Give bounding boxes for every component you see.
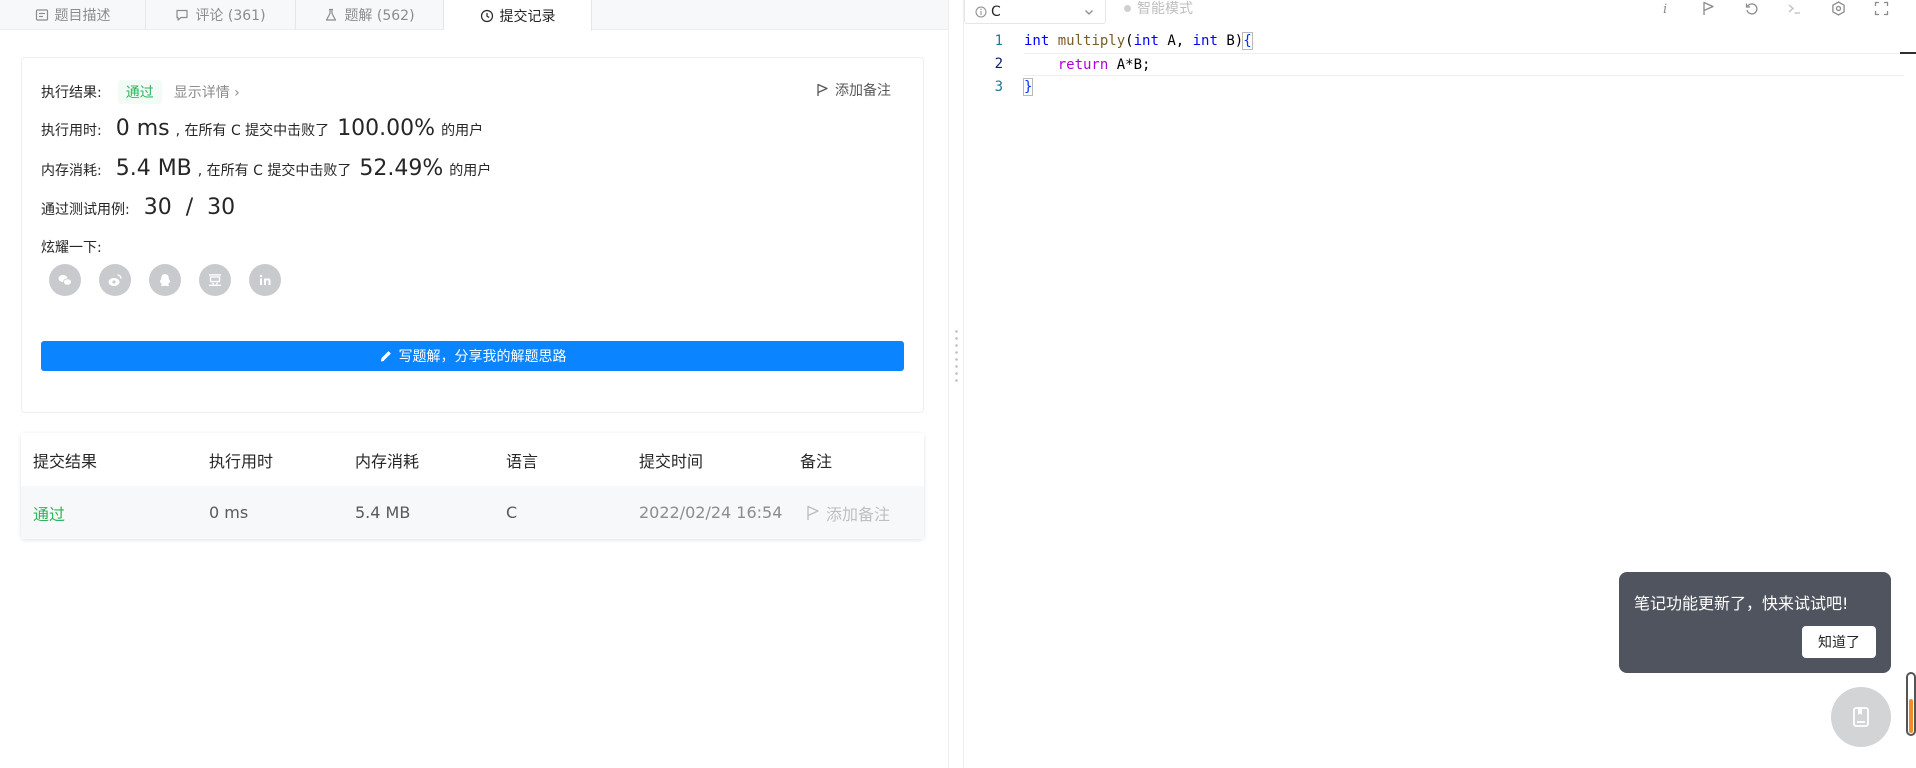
- popover-message: 笔记功能更新了，快来试试吧!: [1634, 594, 1849, 613]
- memory-tail: 的用户: [449, 163, 492, 179]
- status-badge: 通过: [117, 80, 162, 104]
- scrollbar-thumb[interactable]: [1909, 699, 1913, 733]
- line-number: 3: [994, 79, 1003, 95]
- description-icon: [35, 9, 48, 21]
- write-solution-button[interactable]: 写题解，分享我的解题思路: [41, 341, 904, 371]
- add-note-button[interactable]: 添加备注: [816, 80, 891, 100]
- memory-text: , 在所有 C 提交中击败了: [197, 163, 352, 179]
- write-solution-label: 写题解，分享我的解题思路: [398, 349, 567, 365]
- line-number: 1: [994, 33, 1003, 49]
- tab-description-label: 题目描述: [54, 8, 111, 24]
- row-result[interactable]: 通过: [33, 486, 65, 539]
- line-number: 2: [994, 56, 1003, 72]
- wechat-icon[interactable]: [49, 264, 81, 296]
- info-icon[interactable]: i: [1656, 0, 1674, 16]
- cases-label: 通过测试用例:: [41, 202, 130, 218]
- smart-mode-dot: [1124, 4, 1131, 12]
- runtime-label: 执行用时:: [41, 123, 102, 139]
- table-header: 提交结果 执行用时 内存消耗 语言 提交时间 备注: [21, 433, 924, 486]
- col-note: 备注: [800, 451, 833, 471]
- status-label: 执行结果:: [41, 85, 102, 101]
- weibo-icon[interactable]: [99, 264, 131, 296]
- qq-icon[interactable]: [149, 264, 181, 296]
- result-card: 执行结果: 通过 显示详情 › 添加备注 执行用时: 0 ms , 在所有 C …: [21, 57, 924, 413]
- notes-update-popover: 笔记功能更新了，快来试试吧! 知道了: [1619, 572, 1891, 673]
- submission-history-table: 提交结果 执行用时 内存消耗 语言 提交时间 备注 通过 0 ms 5.4 MB…: [21, 433, 924, 539]
- submission-panel: 题目描述 评论 (361) 题解 (562) 提交记录 执行结果: 通过 显示详…: [0, 0, 948, 768]
- got-it-button[interactable]: 知道了: [1802, 626, 1876, 658]
- tab-submissions[interactable]: 提交记录: [444, 0, 592, 31]
- col-language: 语言: [506, 451, 539, 471]
- smart-mode-toggle[interactable]: 智能模式: [1124, 0, 1193, 17]
- drag-handle-icon: [955, 328, 958, 384]
- row-time: 2022/02/24 16:54: [639, 503, 783, 522]
- share-icons: [49, 264, 281, 296]
- language-value: C: [991, 3, 1001, 20]
- row-add-note-button[interactable]: 添加备注: [806, 486, 890, 539]
- runtime-text: , 在所有 C 提交中击败了: [175, 123, 330, 139]
- show-details-link[interactable]: 显示详情 ›: [174, 82, 240, 102]
- code-line[interactable]: int multiply(int A, int B){: [1024, 30, 1904, 53]
- svg-text:i: i: [1663, 2, 1667, 16]
- reset-icon[interactable]: [1742, 0, 1760, 16]
- pane-splitter[interactable]: [948, 0, 964, 768]
- tab-solutions-label: 题解 (562): [344, 8, 415, 24]
- memory-value: 5.4 MB: [115, 156, 192, 181]
- runtime-row: 执行用时: 0 ms , 在所有 C 提交中击败了 100.00% 的用户: [41, 116, 483, 141]
- row-runtime: 0 ms: [209, 503, 249, 522]
- status-row: 执行结果: 通过 显示详情 ›: [41, 80, 240, 104]
- douban-icon[interactable]: [199, 264, 231, 296]
- col-memory: 内存消耗: [355, 451, 420, 471]
- tab-submissions-label: 提交记录: [499, 8, 556, 25]
- flag-icon[interactable]: [1699, 0, 1717, 16]
- overview-ruler-mark: [1900, 52, 1916, 54]
- pencil-icon: [380, 351, 391, 362]
- runtime-tail: 的用户: [441, 123, 484, 139]
- notebook-button[interactable]: [1831, 687, 1891, 747]
- code-line[interactable]: }: [1022, 76, 1904, 99]
- cases-row: 通过测试用例: 30 / 30: [41, 195, 241, 220]
- problem-tabs: 题目描述 评论 (361) 题解 (562) 提交记录: [0, 0, 948, 31]
- memory-row: 内存消耗: 5.4 MB , 在所有 C 提交中击败了 52.49% 的用户: [41, 156, 491, 181]
- editor-toolbar: C 智能模式 i: [964, 0, 1916, 28]
- add-note-label: 添加备注: [835, 83, 891, 99]
- tab-description[interactable]: 题目描述: [0, 0, 146, 30]
- flask-icon: [326, 8, 337, 21]
- row-add-note-label: 添加备注: [826, 504, 891, 524]
- col-time: 提交时间: [639, 451, 704, 471]
- settings-icon[interactable]: [1829, 0, 1847, 16]
- code-line[interactable]: return A*B;: [1024, 53, 1904, 76]
- flag-icon: [817, 83, 828, 96]
- memory-label: 内存消耗:: [41, 163, 102, 179]
- memory-percentile: 52.49%: [359, 156, 444, 181]
- share-label: 炫耀一下:: [41, 240, 102, 256]
- tab-comments-label: 评论 (361): [195, 8, 266, 24]
- language-select[interactable]: C: [964, 0, 1106, 24]
- runtime-percentile: 100.00%: [337, 116, 436, 141]
- info-circle-icon: [975, 6, 987, 17]
- row-memory: 5.4 MB: [355, 503, 411, 522]
- flag-icon: [807, 505, 819, 520]
- smart-mode-label: 智能模式: [1137, 1, 1193, 17]
- row-language: C: [506, 503, 518, 522]
- share-row: 炫耀一下:: [41, 237, 102, 257]
- chevron-down-icon: [1085, 9, 1093, 15]
- fullscreen-icon[interactable]: [1872, 0, 1890, 16]
- console-icon[interactable]: [1785, 0, 1803, 16]
- code-lines[interactable]: int multiply(int A, int B){ return A*B; …: [1022, 30, 1904, 99]
- clock-icon: [480, 9, 493, 22]
- line-number-gutter: 1 2 3: [964, 30, 1019, 99]
- tab-solutions[interactable]: 题解 (562): [296, 0, 444, 30]
- col-result: 提交结果: [33, 451, 98, 471]
- cases-value: 30 / 30: [143, 195, 236, 220]
- col-runtime: 执行用时: [209, 451, 274, 471]
- notebook-icon: [1853, 707, 1869, 727]
- tab-comments[interactable]: 评论 (361): [146, 0, 296, 30]
- vertical-scrollbar[interactable]: [1906, 672, 1916, 736]
- table-row[interactable]: 通过 0 ms 5.4 MB C 2022/02/24 16:54 添加备注: [21, 486, 924, 539]
- comment-icon: [176, 9, 189, 21]
- linkedin-icon[interactable]: [249, 264, 281, 296]
- runtime-value: 0 ms: [115, 116, 170, 141]
